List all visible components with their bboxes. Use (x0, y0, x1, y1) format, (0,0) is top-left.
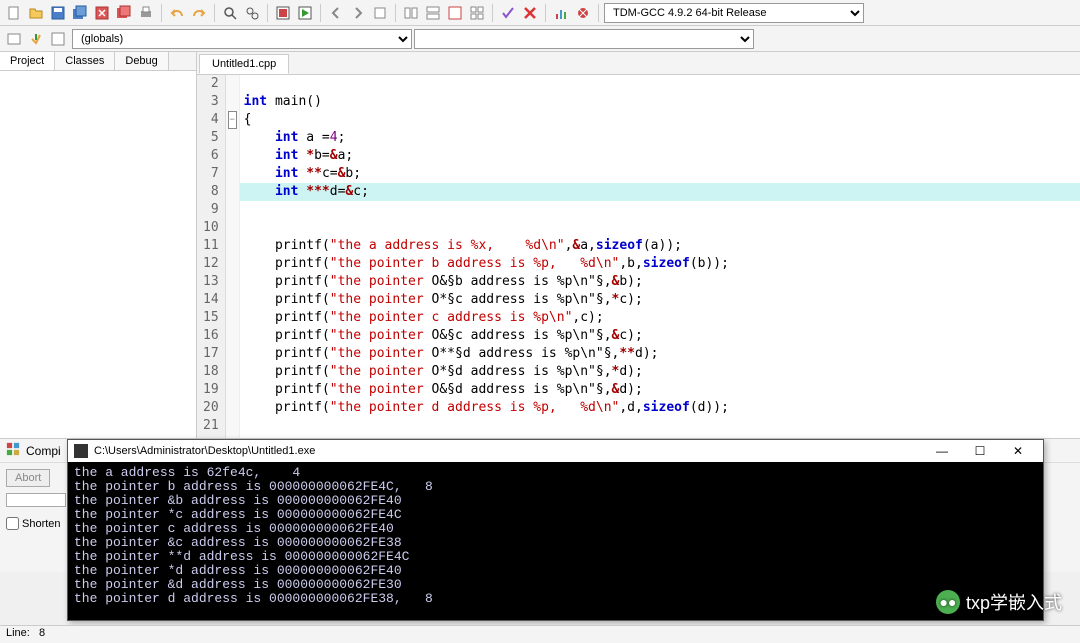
sidebar: Project Classes Debug (0, 52, 197, 438)
console-titlebar[interactable]: C:\Users\Administrator\Desktop\Untitled1… (68, 440, 1043, 462)
file-tab[interactable]: Untitled1.cpp (199, 54, 289, 74)
redo-icon[interactable] (189, 3, 209, 23)
print-icon[interactable] (136, 3, 156, 23)
save-all-icon[interactable] (70, 3, 90, 23)
minimize-button[interactable]: — (923, 441, 961, 461)
console-window: C:\Users\Administrator\Desktop\Untitled1… (67, 439, 1044, 621)
bookmark-icon[interactable] (370, 3, 390, 23)
abort-button[interactable]: Abort (6, 469, 50, 487)
goto-icon[interactable] (48, 29, 68, 49)
code-editor[interactable]: 23456789101112131415161718192021 − int m… (197, 75, 1080, 438)
statusbar: Line: 8 (0, 625, 1080, 643)
watermark: ●● txp学嵌入式 (936, 589, 1062, 615)
console-app-icon (74, 444, 88, 458)
wechat-icon: ●● (936, 590, 960, 614)
editor-area: Untitled1.cpp 23456789101112131415161718… (197, 52, 1080, 438)
window2-icon[interactable] (423, 3, 443, 23)
fwd-nav-icon[interactable] (348, 3, 368, 23)
compile-icon[interactable] (273, 3, 293, 23)
add-icon[interactable] (26, 29, 46, 49)
new-proj-icon[interactable] (4, 29, 24, 49)
globals-combo[interactable]: (globals) (72, 29, 412, 49)
tab-classes[interactable]: Classes (55, 52, 115, 70)
compile-label: Compi (26, 444, 61, 458)
second-toolbar: (globals) (0, 26, 1080, 52)
tab-debug[interactable]: Debug (115, 52, 168, 70)
console-title-text: C:\Users\Administrator\Desktop\Untitled1… (94, 445, 315, 457)
replace-icon[interactable] (242, 3, 262, 23)
close-all-icon[interactable] (114, 3, 134, 23)
error-icon[interactable] (520, 3, 540, 23)
functions-combo[interactable] (414, 29, 754, 49)
debug-icon[interactable] (573, 3, 593, 23)
window4-icon[interactable] (467, 3, 487, 23)
maximize-button[interactable]: ☐ (961, 441, 999, 461)
check-icon[interactable] (498, 3, 518, 23)
new-file-icon[interactable] (4, 3, 24, 23)
open-icon[interactable] (26, 3, 46, 23)
window1-icon[interactable] (401, 3, 421, 23)
tab-project[interactable]: Project (0, 52, 55, 70)
search-icon[interactable] (220, 3, 240, 23)
main-toolbar: TDM-GCC 4.9.2 64-bit Release (0, 0, 1080, 26)
console-output[interactable]: the a address is 62fe4c, 4the pointer b … (68, 462, 1043, 610)
window3-icon[interactable] (445, 3, 465, 23)
run-icon[interactable] (295, 3, 315, 23)
compiler-combo[interactable]: TDM-GCC 4.9.2 64-bit Release (604, 3, 864, 23)
save-icon[interactable] (48, 3, 68, 23)
close-icon[interactable] (92, 3, 112, 23)
back-nav-icon[interactable] (326, 3, 346, 23)
close-button[interactable]: ✕ (999, 441, 1037, 461)
undo-icon[interactable] (167, 3, 187, 23)
panel-icon[interactable] (6, 442, 20, 459)
chart-icon[interactable] (551, 3, 571, 23)
